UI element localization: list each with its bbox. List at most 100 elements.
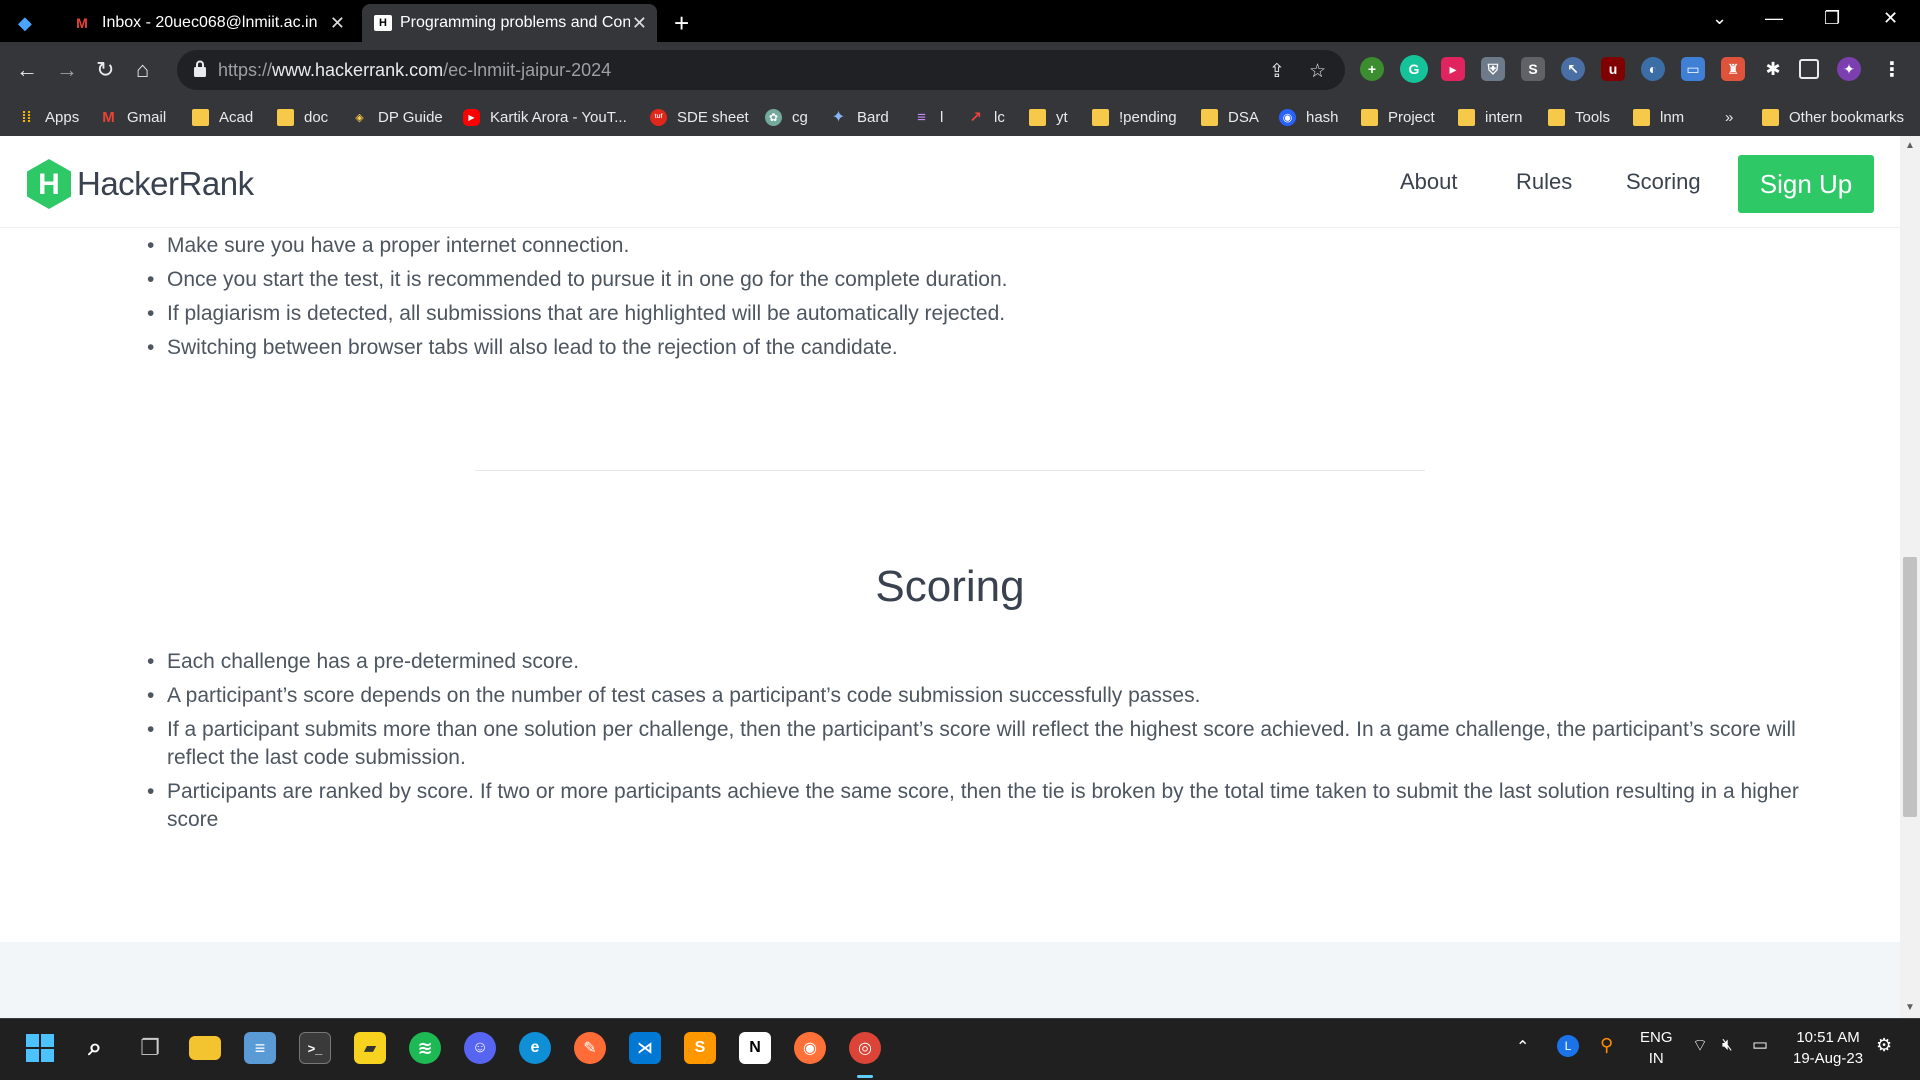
bookmark-hash[interactable]: ◉ hash xyxy=(1279,104,1339,130)
list-item: Each challenge has a pre-determined scor… xyxy=(147,648,1837,676)
chrome-icon[interactable]: ◎ xyxy=(849,1032,881,1064)
bookmark-acad[interactable]: Acad xyxy=(192,104,253,130)
tab-gmail[interactable]: M Inbox - 20uec068@lnmiit.ac.in - ✕ xyxy=(70,4,355,42)
bookmark-intern[interactable]: intern xyxy=(1458,104,1523,130)
shield-icon[interactable]: ⛨ xyxy=(1481,57,1505,81)
terminal-icon[interactable]: >_ xyxy=(299,1032,331,1064)
site-header: H HackerRank About Rules Scoring Sign Up xyxy=(0,136,1900,228)
extension-add-icon[interactable]: + xyxy=(1360,57,1384,81)
bookmark-label: DSA xyxy=(1228,108,1259,126)
nav-about[interactable]: About xyxy=(1400,169,1458,195)
nav-scoring[interactable]: Scoring xyxy=(1626,169,1701,195)
search-icon[interactable]: ⌕ xyxy=(79,1032,111,1064)
bookmark-doc[interactable]: doc xyxy=(277,104,328,130)
close-tab-icon[interactable]: ✕ xyxy=(632,13,647,34)
file-explorer-icon[interactable] xyxy=(189,1036,221,1060)
sign-up-button[interactable]: Sign Up xyxy=(1738,155,1874,213)
tab-extension-icon[interactable]: ▭ xyxy=(1681,57,1705,81)
bookmark-project[interactable]: Project xyxy=(1361,104,1435,130)
sublime-icon[interactable]: S xyxy=(684,1032,716,1064)
trend-icon: ↗ xyxy=(969,109,982,126)
scroll-up-icon[interactable]: ▲ xyxy=(1905,140,1915,151)
scoring-title: Scoring xyxy=(875,562,1025,611)
bookmark-star-icon[interactable]: ☆ xyxy=(1309,60,1326,83)
list-item: If plagiarism is detected, all submissio… xyxy=(147,300,1837,328)
bookmark-dp-guide[interactable]: ◈ DP Guide xyxy=(351,104,443,130)
scroll-down-icon[interactable]: ▼ xyxy=(1905,1002,1915,1013)
firefox-icon[interactable]: ◉ xyxy=(794,1032,826,1064)
task-view-icon[interactable]: ❐ xyxy=(134,1032,166,1064)
bookmark-lnm[interactable]: lnm xyxy=(1633,104,1684,130)
bookmark-gmail[interactable]: M Gmail xyxy=(100,104,166,130)
notepad-icon[interactable]: ≡ xyxy=(244,1032,276,1064)
language-indicator[interactable]: ENG IN xyxy=(1640,1027,1673,1069)
edge-icon[interactable]: e xyxy=(519,1032,551,1064)
clock[interactable]: 10:51 AM 19-Aug-23 xyxy=(1793,1027,1863,1069)
side-panel-icon[interactable] xyxy=(1799,59,1819,79)
tuf-icon: tuf xyxy=(650,108,667,126)
vscode-icon[interactable]: ⋊ xyxy=(629,1032,661,1064)
address-bar[interactable]: https://www.hackerrank.com/ec-lnmiit-jai… xyxy=(177,50,1345,90)
scrollbar-thumb[interactable] xyxy=(1903,557,1917,817)
cursor-extension-icon[interactable]: ↖ xyxy=(1561,57,1585,81)
bookmark-yt[interactable]: yt xyxy=(1029,104,1068,130)
profile-avatar[interactable]: ✦ xyxy=(1837,57,1861,81)
other-bookmarks[interactable]: Other bookmarks xyxy=(1762,104,1904,130)
wave-extension-icon[interactable]: ◐ xyxy=(1641,57,1665,81)
menu-kebab-icon[interactable]: ⋮ xyxy=(1880,57,1904,81)
close-window-icon[interactable]: ✕ xyxy=(1883,8,1898,29)
bookmark-tools[interactable]: Tools xyxy=(1548,104,1610,130)
key-icon[interactable]: ⚲ xyxy=(1600,1035,1613,1056)
reload-icon[interactable]: ↻ xyxy=(96,56,114,84)
video-speed-icon[interactable]: ▸ xyxy=(1441,57,1465,81)
tab-hackerrank[interactable]: H Programming problems and Con ✕ xyxy=(362,4,657,42)
clock-app-icon[interactable]: L xyxy=(1557,1035,1579,1057)
discord-icon[interactable]: ☺ xyxy=(464,1032,496,1064)
close-tab-icon[interactable]: ✕ xyxy=(330,13,345,34)
new-tab-button[interactable]: + xyxy=(674,4,704,42)
diamond-icon: ◆ xyxy=(18,12,32,33)
section-divider xyxy=(475,470,1425,471)
grammarly-icon[interactable]: G xyxy=(1400,55,1428,83)
dp-guide-icon: ◈ xyxy=(355,111,364,124)
castle-extension-icon[interactable]: ♜ xyxy=(1721,57,1745,81)
bookmark-pending[interactable]: !pending xyxy=(1092,104,1177,130)
postman-icon[interactable]: ✎ xyxy=(574,1032,606,1064)
tab-search-button[interactable]: ◆ xyxy=(18,4,58,42)
svg-text:H: H xyxy=(38,168,60,201)
restore-icon[interactable]: ❐ xyxy=(1824,8,1840,29)
share-icon[interactable]: ⇪ xyxy=(1269,60,1285,83)
back-icon[interactable]: ← xyxy=(16,56,38,84)
tab-strip: ◆ M Inbox - 20uec068@lnmiit.ac.in - ✕ H … xyxy=(0,0,1920,42)
notion-icon[interactable]: N xyxy=(739,1032,771,1064)
browser-toolbar: ← → ↻ ⌂ https://www.hackerrank.com/ec-ln… xyxy=(0,42,1920,98)
bookmark-bard[interactable]: ✦ Bard xyxy=(830,104,889,130)
s-extension-icon[interactable]: S xyxy=(1521,57,1545,81)
page-scrollbar[interactable]: ▲ ▼ xyxy=(1900,136,1920,1018)
bookmark-cg[interactable]: ✿ cg xyxy=(765,104,808,130)
more-bookmarks-button[interactable]: » xyxy=(1725,104,1733,130)
nav-rules[interactable]: Rules xyxy=(1516,169,1572,195)
minimize-icon[interactable]: — xyxy=(1765,8,1783,29)
puzzle-icon[interactable]: ✱ xyxy=(1761,57,1785,81)
spotify-icon[interactable]: ≋ xyxy=(409,1032,441,1064)
bookmark-sde-sheet[interactable]: tuf SDE sheet xyxy=(650,104,749,130)
volume-muted-icon[interactable]: 🔇︎ xyxy=(1722,1035,1733,1055)
bookmark-label: Acad xyxy=(219,108,254,126)
bookmark-kartik-arora[interactable]: ▶ Kartik Arora - YouT... xyxy=(463,104,627,130)
bookmark-apps[interactable]: ⁞⁞ Apps xyxy=(18,104,80,130)
forward-icon[interactable]: → xyxy=(56,56,78,84)
tray-chevron-icon[interactable]: ⌃ xyxy=(1516,1037,1529,1057)
sticky-notes-icon[interactable]: ▰ xyxy=(354,1032,386,1064)
tab-search-chevron-icon[interactable]: ⌄ xyxy=(1712,8,1727,29)
bookmark-dsa[interactable]: DSA xyxy=(1201,104,1259,130)
ublock-icon[interactable]: u xyxy=(1601,57,1625,81)
hackerrank-logo[interactable]: H HackerRank xyxy=(25,158,254,210)
home-icon[interactable]: ⌂ xyxy=(136,56,149,84)
wifi-icon[interactable]: ⌔ xyxy=(1692,1035,1708,1056)
notification-icon[interactable]: ⚙ xyxy=(1876,1035,1892,1056)
bookmark-lc[interactable]: ↗ lc xyxy=(967,104,1005,130)
bookmark-l[interactable]: ≡ l xyxy=(913,104,943,130)
battery-icon[interactable]: ▭ xyxy=(1752,1035,1768,1055)
windows-start-icon[interactable] xyxy=(24,1032,56,1064)
